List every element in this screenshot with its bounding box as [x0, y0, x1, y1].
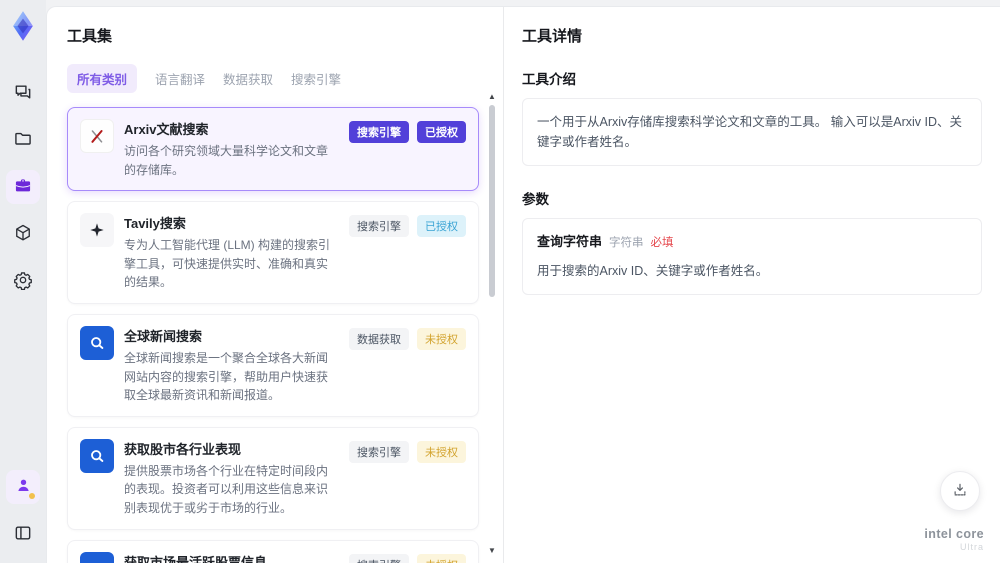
tool-description: 全球新闻搜索是一个聚合全球各大新闻网站内容的搜索引擎，帮助用户快速获取全球最新资…	[124, 350, 329, 403]
tool-description: 访问各个研究领域大量科学论文和文章的存储库。	[124, 144, 329, 177]
gear-icon	[13, 270, 33, 293]
auth-status-badge: 已授权	[417, 121, 466, 143]
param-name: 查询字符串	[537, 234, 603, 249]
briefcase-icon	[13, 176, 33, 199]
tool-badges: 搜索引擎 未授权	[349, 552, 466, 563]
blue-magnifier-icon	[80, 438, 114, 473]
tool-card-arxiv[interactable]: Arxiv文献搜索 访问各个研究领域大量科学论文和文章的存储库。 搜索引擎 已授…	[67, 107, 479, 192]
tool-details-panel: 工具详情 工具介绍 一个用于从Arxiv存储库搜索科学论文和文章的工具。 输入可…	[504, 7, 1000, 563]
tab-all-categories[interactable]: 所有类别	[67, 64, 138, 93]
app-logo-icon	[8, 10, 38, 42]
blue-magnifier-icon	[80, 551, 114, 563]
tool-title: 获取市场最活跃股票信息	[124, 554, 268, 563]
tavily-star-icon	[80, 213, 114, 248]
cube-icon	[13, 223, 33, 246]
tool-description: 提供股票市场各个行业在特定时间段内的表现。投资者可以利用这些信息来识别表现优于或…	[124, 463, 329, 515]
tool-title: 获取股市各行业表现	[124, 441, 242, 457]
left-rail	[0, 0, 46, 563]
nav-chat-button[interactable]	[6, 76, 40, 110]
nav-settings-button[interactable]	[6, 264, 40, 298]
intel-core-text: intel core	[924, 527, 984, 542]
download-button[interactable]	[940, 471, 980, 511]
intro-box: 一个用于从Arxiv存储库搜索科学论文和文章的工具。 输入可以是Arxiv ID…	[522, 98, 982, 166]
auth-status-badge: 未授权	[417, 440, 466, 463]
blue-magnifier-icon	[80, 325, 114, 360]
tool-card-tavily[interactable]: Tavily搜索 专为人工智能代理 (LLM) 构建的搜索引擎工具，可快速提供实…	[67, 201, 479, 304]
tool-card-active-stocks[interactable]: 获取市场最活跃股票信息 提供当天交易量最高的股票列表，投资者可以利用这些信息来识…	[67, 539, 479, 563]
nav-files-button[interactable]	[6, 123, 40, 157]
param-box: 查询字符串 字符串 必填 用于搜索的Arxiv ID、关键字或作者姓名。	[522, 218, 982, 295]
tool-title: Arxiv文献搜索	[124, 122, 209, 137]
category-badge: 搜索引擎	[349, 215, 409, 238]
chat-icon	[13, 82, 33, 105]
intel-ultra-text: Ultra	[959, 542, 984, 553]
page-title: 工具集	[67, 28, 113, 45]
param-header: 查询字符串 字符串 必填	[537, 232, 967, 253]
category-badge: 搜索引擎	[349, 440, 409, 463]
category-tabs: 所有类别 语言翻译 数据获取 搜索引擎	[67, 64, 503, 93]
tool-text: Arxiv文献搜索 访问各个研究领域大量科学论文和文章的存储库。	[124, 119, 339, 179]
arxiv-logo-icon	[80, 119, 114, 153]
nav-tools-button[interactable]	[6, 170, 40, 204]
folder-icon	[13, 129, 33, 152]
scroll-down-arrow-icon[interactable]: ▼	[486, 547, 498, 555]
param-type: 字符串	[609, 237, 644, 249]
auth-status-badge: 已授权	[417, 215, 466, 238]
tool-title: 全球新闻搜索	[124, 328, 203, 344]
auth-status-badge: 未授权	[417, 553, 466, 563]
tool-text: 全球新闻搜索 全球新闻搜索是一个聚合全球各大新闻网站内容的搜索引擎，帮助用户快速…	[124, 326, 339, 405]
tool-title: Tavily搜索	[124, 216, 186, 232]
tool-card-global-news[interactable]: 全球新闻搜索 全球新闻搜索是一个聚合全球各大新闻网站内容的搜索引擎，帮助用户快速…	[67, 313, 479, 417]
nav-models-button[interactable]	[6, 217, 40, 251]
tool-card-sector-performance[interactable]: 获取股市各行业表现 提供股票市场各个行业在特定时间段内的表现。投资者可以利用这些…	[67, 426, 479, 530]
tool-description: 专为人工智能代理 (LLM) 构建的搜索引擎工具，可快速提供实时、准确和真实的结…	[124, 238, 331, 290]
tab-search-engine[interactable]: 搜索引擎	[291, 64, 341, 93]
category-badge: 搜索引擎	[349, 553, 409, 563]
download-icon	[951, 481, 969, 502]
content-area: 工具集 所有类别 语言翻译 数据获取 搜索引擎 Arxiv文献搜索 访问各个研究…	[46, 6, 1000, 563]
tab-language-translation[interactable]: 语言翻译	[155, 64, 205, 93]
tool-list: Arxiv文献搜索 访问各个研究领域大量科学论文和文章的存储库。 搜索引擎 已授…	[67, 107, 479, 563]
param-description: 用于搜索的Arxiv ID、关键字或作者姓名。	[537, 263, 769, 278]
category-badge: 数据获取	[349, 327, 409, 350]
category-badge: 搜索引擎	[349, 121, 409, 143]
panel-toggle-icon	[13, 523, 33, 546]
tab-data-fetch[interactable]: 数据获取	[223, 64, 273, 93]
intro-heading: 工具介绍	[522, 72, 576, 87]
notification-dot	[29, 493, 35, 499]
toolset-panel: 工具集 所有类别 语言翻译 数据获取 搜索引擎 Arxiv文献搜索 访问各个研究…	[47, 7, 504, 563]
intro-text: 一个用于从Arxiv存储库搜索科学论文和文章的工具。 输入可以是Arxiv ID…	[537, 115, 963, 149]
tool-badges: 搜索引擎 已授权	[349, 213, 466, 292]
details-title: 工具详情	[522, 28, 583, 45]
tool-text: 获取股市各行业表现 提供股票市场各个行业在特定时间段内的表现。投资者可以利用这些…	[124, 439, 339, 518]
tool-text: 获取市场最活跃股票信息 提供当天交易量最高的股票列表，投资者可以利用这些信息来识…	[124, 552, 339, 563]
tool-badges: 搜索引擎 已授权	[349, 119, 466, 179]
scroll-up-arrow-icon[interactable]: ▲	[486, 93, 498, 101]
scrollbar-thumb[interactable]	[489, 105, 495, 297]
intel-core-logo: intel core Ultra	[924, 527, 984, 553]
user-profile-button[interactable]	[6, 470, 40, 504]
param-required-badge: 必填	[650, 237, 674, 249]
tool-badges: 数据获取 未授权	[349, 326, 466, 405]
tool-text: Tavily搜索 专为人工智能代理 (LLM) 构建的搜索引擎工具，可快速提供实…	[124, 213, 339, 292]
collapse-sidebar-button[interactable]	[6, 517, 40, 551]
tool-badges: 搜索引擎 未授权	[349, 439, 466, 518]
list-scrollbar[interactable]: ▲ ▼	[486, 93, 498, 557]
params-heading: 参数	[522, 192, 549, 207]
app-window: 工具集 所有类别 语言翻译 数据获取 搜索引擎 Arxiv文献搜索 访问各个研究…	[0, 0, 1000, 563]
auth-status-badge: 未授权	[417, 327, 466, 350]
